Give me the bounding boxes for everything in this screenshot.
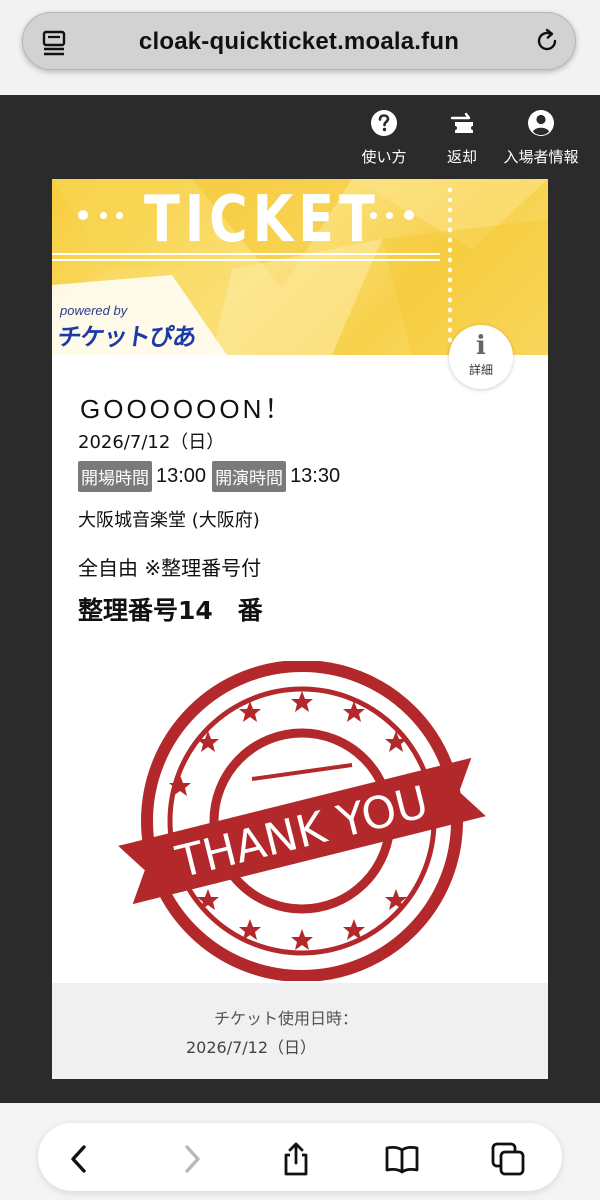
usage-date: 2026/7/12（日） xyxy=(186,1038,317,1057)
return-nav-button[interactable]: 返却 xyxy=(436,108,488,167)
return-label: 返却 xyxy=(446,148,477,166)
ticket-banner-title: TICKET xyxy=(144,183,380,257)
thank-you-stamp: THANK YOU xyxy=(118,661,486,981)
time-row: 開場時間 13:00 開演時間 13:30 xyxy=(78,461,346,492)
seat-number: 整理番号14 番 xyxy=(78,596,263,625)
help-label: 使い方 xyxy=(361,148,407,166)
url-text[interactable]: cloak-quickticket.moala.fun xyxy=(23,28,575,56)
brand-logo: チケットぴあ xyxy=(55,323,198,351)
chevron-left-icon[interactable] xyxy=(62,1141,98,1177)
banner-dot xyxy=(386,212,393,219)
usage-datetime-label: チケット使用日時： xyxy=(214,1009,359,1028)
question-circle-icon xyxy=(371,110,397,136)
ticket-perforation xyxy=(448,185,452,345)
seat-type: 全自由 ※整理番号付 xyxy=(78,556,262,580)
chevron-right-icon[interactable] xyxy=(174,1141,210,1177)
event-title: GOOOOOON！ xyxy=(80,394,294,424)
ticket-card: TICKET powered by チケットぴあ i 詳細 GOOOOOON！ … xyxy=(52,179,548,1079)
start-time: 13:30 xyxy=(290,465,341,487)
browser-top-bar: cloak-quickticket.moala.fun xyxy=(0,0,600,95)
info-icon: i xyxy=(476,331,486,361)
powered-by-text: powered by xyxy=(60,303,128,318)
entrant-info-nav-button[interactable]: 入場者情報 xyxy=(498,108,584,167)
banner-line xyxy=(52,253,440,255)
entrant-label: 入場者情報 xyxy=(503,148,579,166)
venue: 大阪城音楽堂 (大阪府) xyxy=(78,510,260,531)
ticket-return-icon xyxy=(450,112,473,133)
tabs-icon[interactable] xyxy=(490,1141,526,1177)
browser-toolbar xyxy=(38,1123,562,1191)
event-date: 2026/7/12（日） xyxy=(78,432,225,453)
banner-dot xyxy=(78,210,88,220)
banner-dot xyxy=(370,212,377,219)
open-time: 13:00 xyxy=(156,465,207,487)
detail-button[interactable]: i 詳細 xyxy=(449,325,513,389)
help-nav-button[interactable]: 使い方 xyxy=(356,108,412,167)
open-time-badge: 開場時間 xyxy=(78,461,152,492)
browser-bottom-bar xyxy=(0,1103,600,1200)
start-time-badge: 開演時間 xyxy=(212,461,287,492)
banner-dot xyxy=(116,212,123,219)
user-circle-icon xyxy=(528,110,554,136)
share-icon[interactable] xyxy=(278,1141,314,1177)
banner-line xyxy=(52,259,440,261)
detail-label: 詳細 xyxy=(468,363,493,377)
reload-icon[interactable] xyxy=(533,27,561,55)
banner-dot xyxy=(404,210,414,220)
banner-dot xyxy=(100,212,107,219)
stamp-text: THANK YOU xyxy=(170,777,433,889)
ticket-footer xyxy=(52,983,548,1079)
address-bar[interactable]: cloak-quickticket.moala.fun xyxy=(22,12,576,70)
book-icon[interactable] xyxy=(384,1141,420,1177)
